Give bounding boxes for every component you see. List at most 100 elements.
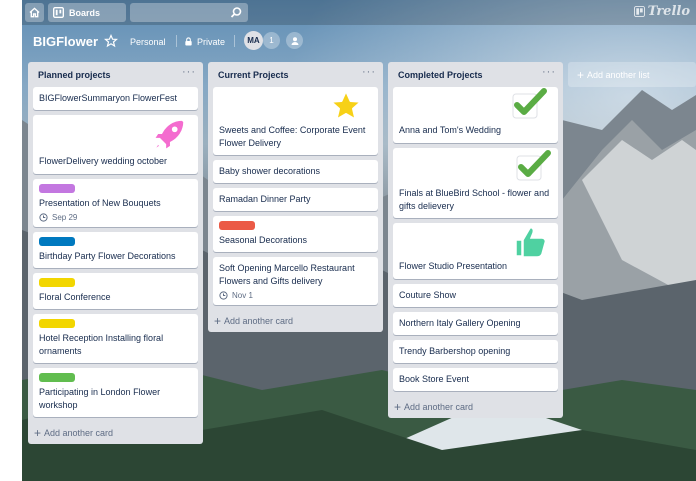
check-sticker-icon bbox=[512, 88, 547, 119]
card-title: Northern Italy Gallery Opening bbox=[399, 318, 521, 328]
card-title: Book Store Event bbox=[399, 374, 470, 384]
board-canvas: Boards Trello BIGFlower Personal Private… bbox=[22, 0, 696, 481]
card-title: Anna and Tom's Wedding bbox=[399, 125, 501, 135]
card[interactable]: Birthday Party Flower Decorations bbox=[33, 232, 198, 268]
list-menu-button[interactable]: ··· bbox=[542, 66, 556, 78]
clock-icon bbox=[39, 213, 48, 222]
card-title: Sweets and Coffee: Corporate Event Flowe… bbox=[219, 125, 366, 148]
rocket-sticker-icon bbox=[152, 118, 186, 152]
card[interactable]: Trendy Barbershop opening bbox=[393, 340, 558, 363]
member-count-badge[interactable]: 1 bbox=[263, 32, 280, 49]
card-label-blue[interactable] bbox=[39, 237, 75, 246]
card[interactable]: Ramadan Dinner Party bbox=[213, 188, 378, 211]
card-label-purple[interactable] bbox=[39, 184, 75, 193]
board-header: BIGFlower Personal Private MA 1 bbox=[22, 28, 696, 54]
search-icon[interactable] bbox=[228, 5, 244, 21]
list-header: Current Projects ··· bbox=[208, 62, 383, 87]
home-icon bbox=[29, 7, 40, 18]
due-date-badge[interactable]: Nov 1 bbox=[219, 291, 372, 300]
list-header: Completed Projects ··· bbox=[388, 62, 563, 87]
card[interactable]: Participating in London Flower workshop bbox=[33, 368, 198, 417]
list-header: Planned projects ··· bbox=[28, 62, 203, 87]
add-card-button[interactable]: + Add another card bbox=[388, 396, 563, 418]
divider bbox=[176, 35, 177, 47]
star-sticker-icon bbox=[330, 90, 362, 121]
due-date-text: Sep 29 bbox=[52, 213, 78, 222]
plus-icon: + bbox=[394, 400, 402, 414]
card-label-red[interactable] bbox=[219, 221, 255, 230]
privacy-label: Private bbox=[197, 36, 226, 47]
add-card-label: Add another card bbox=[404, 402, 474, 412]
card[interactable]: Couture Show bbox=[393, 284, 558, 307]
card-label-yellow[interactable] bbox=[39, 319, 75, 328]
card-title: Participating in London Flower workshop bbox=[39, 387, 161, 410]
card-title: Finals at BlueBird School - flower and g… bbox=[399, 188, 550, 211]
add-card-button[interactable]: + Add another card bbox=[208, 310, 383, 332]
board-title[interactable]: BIGFlower bbox=[33, 34, 98, 49]
card-title: FlowerDelivery wedding october bbox=[39, 156, 168, 166]
boards-button[interactable]: Boards bbox=[48, 3, 126, 22]
list-planned-projects: Planned projects ··· BIGFlowerSummaryon … bbox=[28, 62, 203, 444]
logo-text: Trello bbox=[647, 4, 690, 19]
card-title: Trendy Barbershop opening bbox=[399, 346, 511, 356]
card[interactable]: Floral Conference bbox=[33, 273, 198, 309]
plus-icon: + bbox=[214, 314, 222, 328]
card-title: Ramadan Dinner Party bbox=[219, 194, 311, 204]
card-label-green[interactable] bbox=[39, 373, 75, 382]
card-title: BIGFlowerSummaryon FlowerFest bbox=[39, 93, 178, 103]
list-menu-button[interactable]: ··· bbox=[182, 66, 196, 78]
card-title: Flower Studio Presentation bbox=[399, 261, 508, 271]
list-menu-button[interactable]: ··· bbox=[362, 66, 376, 78]
list-completed-projects: Completed Projects ··· Anna and Tom's We… bbox=[388, 62, 563, 418]
invite-user-icon bbox=[291, 36, 298, 45]
card-title: Hotel Reception Installing floral orname… bbox=[39, 333, 164, 356]
trello-logo[interactable]: Trello bbox=[633, 4, 690, 19]
card[interactable]: Book Store Event bbox=[393, 368, 558, 391]
privacy-button[interactable]: Private bbox=[184, 34, 225, 49]
add-list-label: Add another list bbox=[587, 69, 650, 80]
card-title: Baby shower decorations bbox=[219, 166, 321, 176]
boards-icon bbox=[53, 7, 64, 18]
add-card-label: Add another card bbox=[44, 428, 114, 438]
card-title: Seasonal Decorations bbox=[219, 235, 308, 245]
due-date-badge[interactable]: Sep 29 bbox=[39, 213, 192, 222]
check-sticker-icon bbox=[516, 150, 551, 181]
thumbs-up-sticker-icon bbox=[515, 227, 547, 258]
add-card-button[interactable]: + Add another card bbox=[28, 422, 203, 444]
card[interactable]: Sweets and Coffee: Corporate Event Flowe… bbox=[213, 87, 378, 155]
card-title: Couture Show bbox=[399, 290, 457, 300]
card[interactable]: FlowerDelivery wedding october bbox=[33, 115, 198, 174]
divider bbox=[234, 35, 235, 47]
invite-button[interactable] bbox=[286, 32, 303, 49]
list-current-projects: Current Projects ··· Sweets and Coffee: … bbox=[208, 62, 383, 332]
clock-icon bbox=[219, 291, 228, 300]
team-visibility-button[interactable]: Personal bbox=[130, 34, 166, 49]
list-title[interactable]: Current Projects bbox=[218, 70, 289, 80]
card-label-yellow[interactable] bbox=[39, 278, 75, 287]
card-title: Floral Conference bbox=[39, 292, 111, 302]
card[interactable]: BIGFlowerSummaryon FlowerFest bbox=[33, 87, 198, 110]
card[interactable]: Seasonal Decorations bbox=[213, 216, 378, 252]
trello-logo-icon bbox=[633, 6, 645, 17]
card-title: Birthday Party Flower Decorations bbox=[39, 251, 176, 261]
lock-icon bbox=[185, 37, 192, 46]
card-title: Soft Opening Marcello Restaurant Flowers… bbox=[219, 263, 355, 286]
card[interactable]: Flower Studio Presentation bbox=[393, 223, 558, 279]
card[interactable]: Finals at BlueBird School - flower and g… bbox=[393, 148, 558, 218]
boards-label: Boards bbox=[69, 7, 101, 18]
card[interactable]: Presentation of New Bouquets Sep 29 bbox=[33, 179, 198, 227]
list-title[interactable]: Completed Projects bbox=[398, 70, 483, 80]
due-date-text: Nov 1 bbox=[232, 291, 253, 300]
star-icon[interactable] bbox=[104, 34, 118, 48]
card[interactable]: Hotel Reception Installing floral orname… bbox=[33, 314, 198, 363]
member-avatar[interactable]: MA bbox=[244, 31, 263, 50]
home-button[interactable] bbox=[25, 3, 44, 22]
add-list-button[interactable]: + Add another list bbox=[568, 62, 696, 87]
card-title: Presentation of New Bouquets bbox=[39, 198, 161, 208]
card[interactable]: Baby shower decorations bbox=[213, 160, 378, 183]
card[interactable]: Northern Italy Gallery Opening bbox=[393, 312, 558, 335]
list-title[interactable]: Planned projects bbox=[38, 70, 111, 80]
add-card-label: Add another card bbox=[224, 316, 294, 326]
card[interactable]: Soft Opening Marcello Restaurant Flowers… bbox=[213, 257, 378, 305]
card[interactable]: Anna and Tom's Wedding bbox=[393, 87, 558, 143]
